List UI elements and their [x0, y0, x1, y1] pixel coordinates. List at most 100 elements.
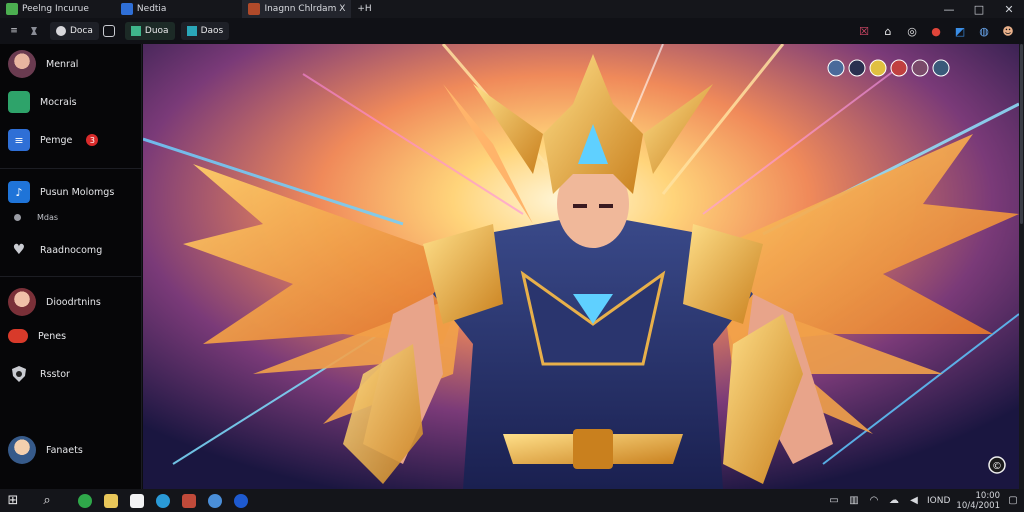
block-icon[interactable]: ☒	[854, 21, 874, 41]
menu-button[interactable]: ≡	[4, 21, 24, 41]
sidebar-item-6[interactable]: Dioodrtnins	[8, 288, 101, 316]
volume-icon[interactable]: ◀	[907, 494, 921, 508]
clock-date: 10/4/2001	[956, 500, 1000, 511]
red-dot-icon	[8, 329, 28, 343]
tab-1[interactable]: Peelng Incurue	[0, 0, 95, 18]
chart-icon[interactable]: ▥	[847, 494, 861, 508]
search-icon[interactable]: ⌕	[34, 489, 60, 512]
chip-duoa-label: Duoa	[144, 26, 169, 36]
sidebar-item-label: Mocrais	[40, 96, 77, 108]
avatar	[932, 59, 950, 77]
tray-text: IOND	[927, 495, 951, 506]
toolbar-right-icons: ☒ ⌂ ◎ ● ◩ ◍ ☻	[854, 21, 1018, 41]
tab-2[interactable]: Nedtia	[115, 0, 173, 18]
new-tab-button[interactable]: +H	[351, 0, 377, 18]
home-icon[interactable]: ⌂	[878, 21, 898, 41]
folder-icon[interactable]	[98, 489, 124, 512]
music-blue-icon: ♪	[8, 181, 30, 203]
divider	[0, 276, 142, 277]
globe-icon[interactable]: ◍	[974, 21, 994, 41]
sidebar-item-label: Rsstor	[40, 368, 70, 380]
minimize-button[interactable]: —	[934, 0, 964, 18]
notification-icon[interactable]: ▢	[1006, 494, 1020, 508]
sidebar-item-8[interactable]: Rsstor	[8, 360, 70, 388]
shield-icon	[8, 363, 30, 385]
clock-time: 10:00	[975, 490, 1001, 501]
taskbar: ⊞ ⌕ ▭ ▥ ◠ ☁ ◀ IOND 10:00 10/4/2001 ▢	[0, 489, 1024, 512]
maximize-button[interactable]: □	[964, 0, 994, 18]
toolbar: ≡ Doca Duoa Daos ☒ ⌂ ◎ ● ◩ ◍ ☻	[0, 18, 1024, 44]
chip-daos[interactable]: Daos	[180, 22, 230, 40]
record-icon[interactable]: ●	[926, 21, 946, 41]
title-bar: Peelng Incurue Nedtia Inagnn Chlrdam X +…	[0, 0, 1024, 18]
app-icon	[6, 3, 18, 15]
sidebar-item-label: Penes	[38, 330, 67, 342]
close-button[interactable]: ✕	[994, 0, 1024, 18]
divider	[0, 168, 142, 169]
target-icon[interactable]: ◎	[902, 21, 922, 41]
home-icon	[56, 26, 66, 36]
avatar	[8, 50, 36, 78]
dot-icon	[14, 213, 21, 221]
sidebar-item-label: Mdas	[37, 212, 59, 222]
sidebar-item-label: Fanaets	[46, 444, 83, 456]
app-green-icon[interactable]	[72, 489, 98, 512]
sidebar-item-label: Menral	[46, 58, 79, 70]
avatar	[848, 59, 866, 77]
copy-icon[interactable]	[99, 21, 119, 41]
sidebar-item-2[interactable]: ≡ Pemge 3	[8, 126, 99, 154]
tab-3[interactable]: Inagnn Chlrdam X	[242, 0, 352, 18]
sidebar-item-1[interactable]: Mocrais	[8, 88, 77, 116]
pin-icon[interactable]	[24, 21, 44, 41]
store-icon[interactable]	[124, 489, 150, 512]
start-button[interactable]: ⊞	[0, 489, 26, 512]
image-icon	[248, 3, 261, 15]
avatar	[827, 59, 845, 77]
browser-icon[interactable]	[228, 489, 254, 512]
avatar	[911, 59, 929, 77]
avatar	[869, 59, 887, 77]
tab-3-label: Inagnn Chlrdam X	[264, 4, 346, 14]
tab-1-label: Peelng Incurue	[22, 4, 89, 14]
avatar	[8, 436, 36, 464]
new-tab-label: +H	[357, 4, 372, 14]
notification-badge: 3	[86, 134, 99, 146]
chip-doca-label: Doca	[70, 26, 93, 36]
system-tray: ▭ ▥ ◠ ☁ ◀ IOND 10:00 10/4/2001 ▢	[827, 489, 1020, 512]
wallpaper-image: ©	[143, 44, 1019, 489]
doc-blue-icon: ≡	[8, 129, 30, 151]
display-icon[interactable]: ▭	[827, 494, 841, 508]
sidebar-item-9[interactable]: Fanaets	[8, 436, 83, 464]
sidebar-item-label: Pusun Molomgs	[40, 186, 115, 198]
profile-icon[interactable]: ☻	[998, 21, 1018, 41]
corner-badge-icon: ©	[988, 456, 1006, 474]
scrollbar-thumb[interactable]	[1020, 44, 1023, 224]
chip-doca[interactable]: Doca	[50, 22, 99, 40]
chip-daos-label: Daos	[200, 26, 224, 36]
cloud-icon[interactable]: ☁	[887, 494, 901, 508]
tab-2-label: Nedtia	[136, 4, 167, 14]
wifi-icon[interactable]: ◠	[867, 494, 881, 508]
window-icon[interactable]: ◩	[950, 21, 970, 41]
sidebar: Menral Mocrais ≡ Pemge 3 ♪ Pusun Molomgs…	[0, 44, 142, 489]
sidebar-item-7[interactable]: Penes	[8, 322, 66, 350]
scrollbar[interactable]	[1019, 44, 1024, 489]
game-icon[interactable]	[176, 489, 202, 512]
chip-duoa[interactable]: Duoa	[124, 22, 175, 40]
shield-icon	[120, 3, 133, 15]
sidebar-item-0[interactable]: Menral	[8, 50, 78, 78]
avatar	[890, 59, 908, 77]
sidebar-item-label: Pemge	[40, 134, 73, 146]
settings-icon[interactable]	[202, 489, 228, 512]
avatar	[8, 288, 36, 316]
grid-icon	[186, 26, 197, 36]
clock[interactable]: 10:00 10/4/2001	[956, 491, 1000, 511]
edge-icon[interactable]	[150, 489, 176, 512]
folder-green-icon	[8, 91, 30, 113]
sidebar-item-3[interactable]: ♪ Pusun Molomgs	[8, 178, 114, 206]
sidebar-item-4[interactable]: Mdas	[8, 208, 58, 226]
sidebar-item-label: Dioodrtnins	[46, 296, 101, 308]
heart-icon: ♥	[12, 242, 26, 258]
sidebar-item-5[interactable]: ♥ Raadnocomg	[8, 236, 103, 264]
sidebar-item-label: Raadnocomg	[40, 244, 103, 256]
